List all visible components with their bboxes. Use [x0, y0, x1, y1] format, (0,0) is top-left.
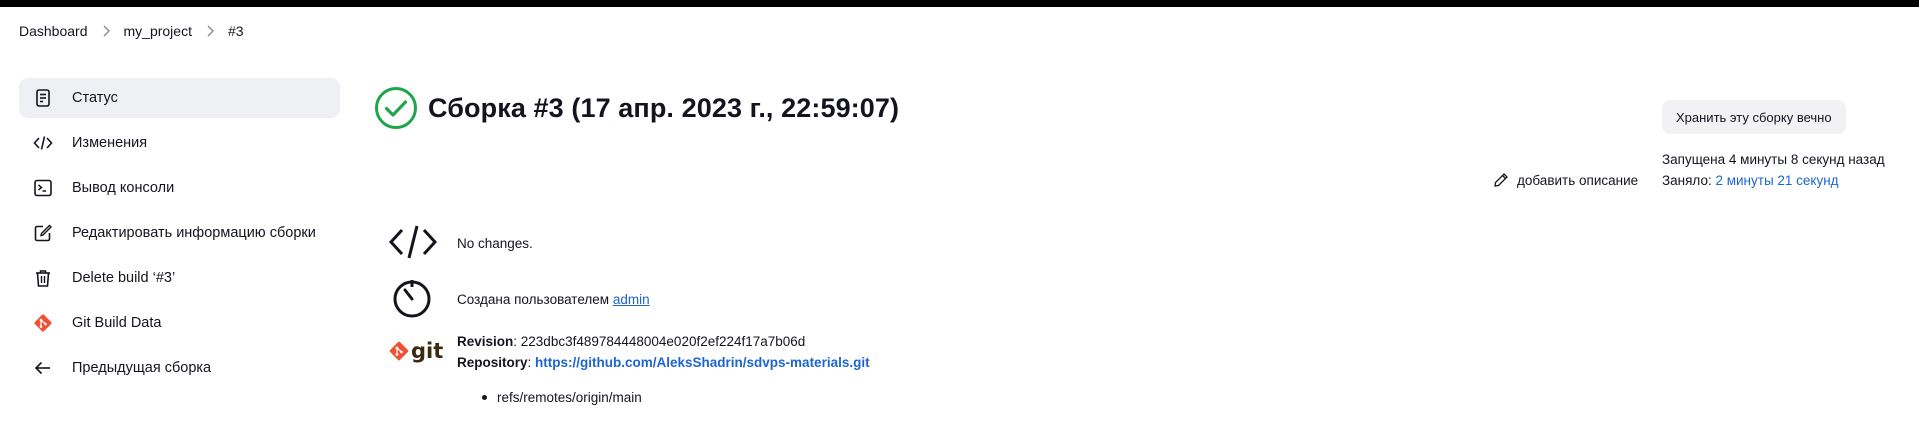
bullet-icon: [482, 395, 487, 400]
trash-icon: [32, 267, 54, 289]
sidebar-item-git-build-data[interactable]: Git Build Data: [19, 303, 340, 343]
git-repository: Repository: https://github.com/AleksShad…: [457, 355, 870, 370]
branch-list: refs/remotes/origin/main: [482, 390, 642, 405]
breadcrumb: Dashboard my_project #3: [19, 21, 244, 41]
pencil-icon: [1494, 173, 1508, 187]
chevron-right-icon: [102, 25, 110, 37]
git-logo-text: git: [411, 339, 444, 363]
sidebar-item-label: Предыдущая сборка: [72, 360, 212, 376]
sidebar-item-changes[interactable]: Изменения: [19, 123, 340, 163]
status-document-icon: [32, 87, 54, 109]
changes-summary: No changes.: [457, 236, 533, 251]
git-logo-icon: [32, 312, 54, 334]
sidebar-item-console-output[interactable]: Вывод консоли: [19, 168, 340, 208]
breadcrumb-build[interactable]: #3: [228, 23, 244, 39]
edit-icon: [32, 222, 54, 244]
repository-label: Repository: [457, 355, 528, 370]
breadcrumb-dashboard[interactable]: Dashboard: [19, 23, 88, 39]
build-started-time: Запущена 4 минуты 8 секунд назад: [1662, 152, 1885, 167]
git-logo: git: [388, 340, 443, 362]
breadcrumb-project[interactable]: my_project: [124, 23, 192, 39]
chevron-right-icon: [206, 25, 214, 37]
repository-separator: :: [527, 355, 536, 370]
timer-icon: [390, 275, 434, 324]
code-brackets-icon: [388, 222, 438, 267]
top-header-bar: [0, 0, 1919, 7]
user-link-admin[interactable]: admin: [613, 292, 650, 307]
build-duration: Заняло: 2 минуты 21 секунд: [1662, 173, 1839, 188]
sidebar-item-label: Git Build Data: [72, 315, 162, 331]
git-revision: Revision: 223dbc3f489784448004e020f2ef22…: [457, 334, 805, 349]
add-description-label: добавить описание: [1517, 172, 1639, 188]
list-item: refs/remotes/origin/main: [497, 390, 642, 405]
revision-label: Revision: [457, 334, 514, 349]
sidebar-item-label: Редактировать информацию сборки: [72, 225, 316, 241]
arrow-left-icon: [32, 357, 54, 379]
success-check-icon: [374, 86, 418, 130]
duration-label: Заняло:: [1662, 173, 1716, 188]
repository-link[interactable]: https://github.com/AleksShadrin/sdvps-ma…: [535, 355, 870, 370]
sidebar-item-previous-build[interactable]: Предыдущая сборка: [19, 348, 340, 388]
sidebar: Статус Изменения Вывод консоли Редактиро…: [19, 78, 340, 393]
sidebar-item-edit-build-info[interactable]: Редактировать информацию сборки: [19, 213, 340, 253]
add-description-button[interactable]: добавить описание: [1493, 172, 1638, 188]
terminal-icon: [32, 177, 54, 199]
sidebar-item-label: Вывод консоли: [72, 180, 175, 196]
sidebar-item-label: Изменения: [72, 135, 148, 151]
duration-link[interactable]: 2 минуты 21 секунд: [1715, 173, 1838, 188]
page-title: Сборка #3 (17 апр. 2023 г., 22:59:07): [428, 92, 900, 123]
build-title-row: Сборка #3 (17 апр. 2023 г., 22:59:07): [374, 86, 899, 130]
build-cause-prefix: Создана пользователем: [457, 292, 613, 307]
sidebar-item-label: Статус: [72, 90, 118, 106]
sidebar-item-delete-build[interactable]: Delete build ‘#3’: [19, 258, 340, 298]
build-cause: Создана пользователем admin: [457, 292, 650, 307]
revision-value: : 223dbc3f489784448004e020f2ef224f17a7b0…: [513, 334, 806, 349]
code-brackets-icon: [32, 132, 54, 154]
sidebar-item-label: Delete build ‘#3’: [72, 270, 176, 286]
keep-build-forever-button[interactable]: Хранить эту сборку вечно: [1662, 100, 1846, 134]
sidebar-item-status[interactable]: Статус: [19, 78, 340, 118]
git-diamond-icon: [389, 341, 409, 361]
